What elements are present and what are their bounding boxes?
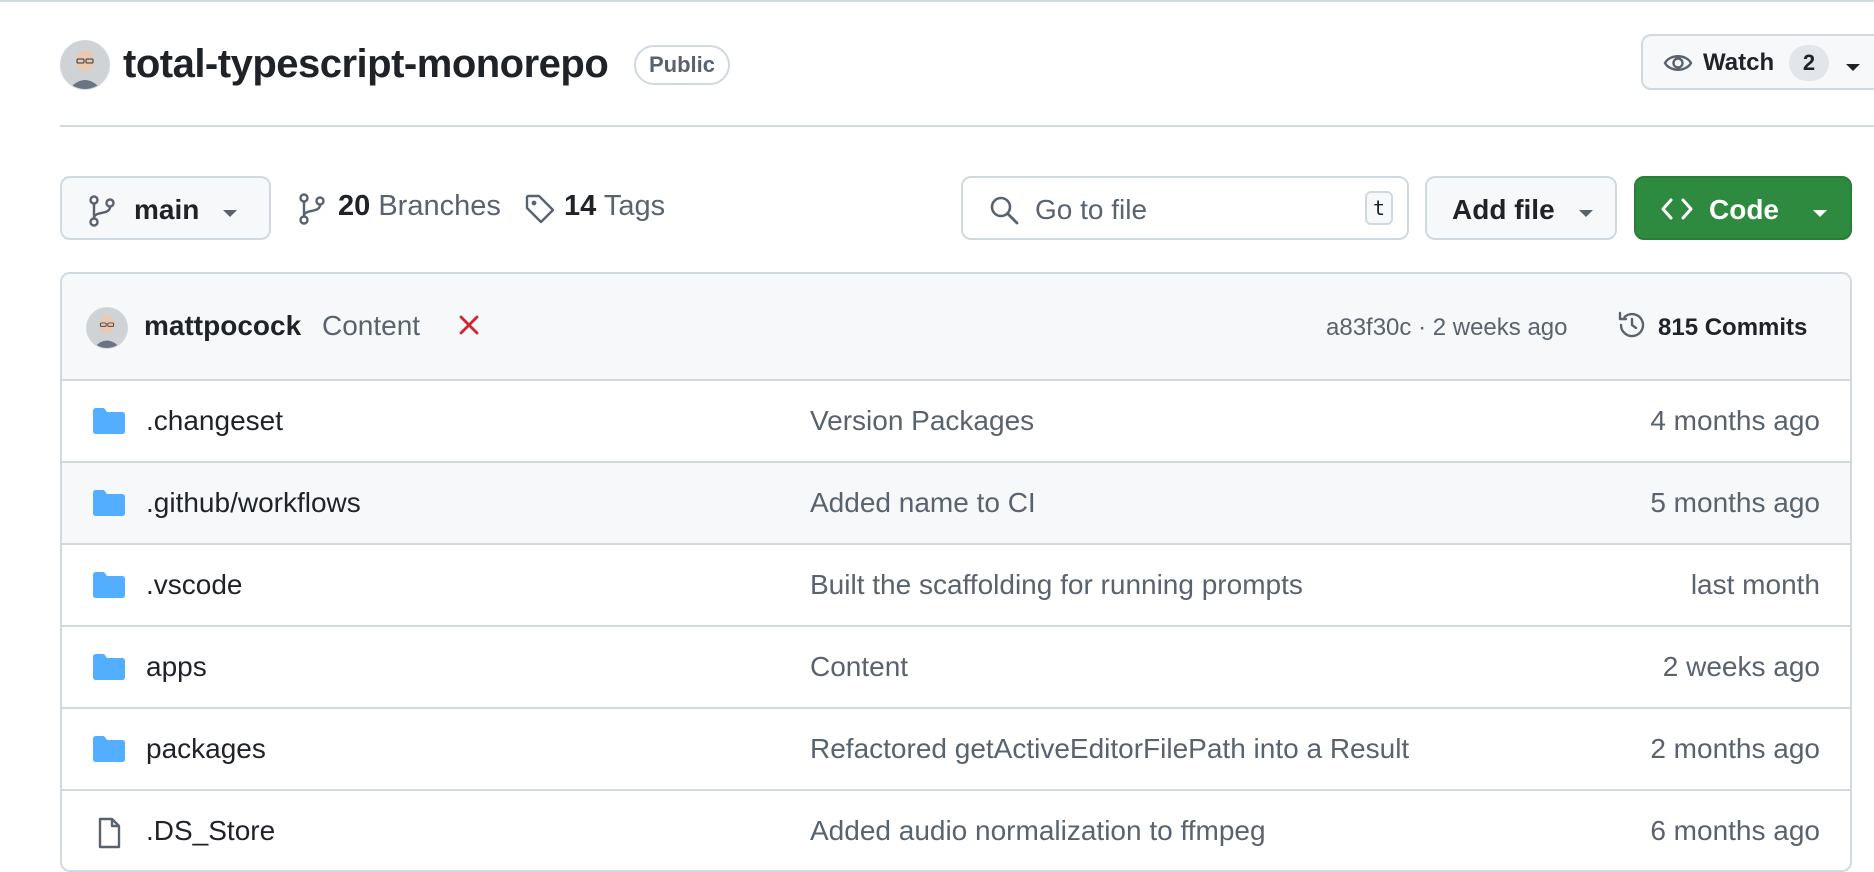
commit-message[interactable]: Content [322,310,420,342]
repo-header: total-typescript-monorepo Public Watch 2 [60,34,1874,90]
branch-selector[interactable]: main [60,176,271,240]
table-row[interactable]: .vscode Built the scaffolding for running… [62,545,1850,627]
file-name-link[interactable]: .changeset [146,405,283,437]
file-commit-age: 5 months ago [1650,487,1820,518]
branches-label: Branches [378,190,501,222]
file-name-link[interactable]: .github/workflows [146,487,361,519]
table-row[interactable]: apps Content 2 weeks ago [62,627,1850,709]
add-file-button[interactable]: Add file [1425,176,1617,240]
chevron-down-icon [222,206,238,224]
file-commit-message[interactable]: Content [810,651,908,683]
tag-icon [524,193,556,233]
chevron-down-icon [1578,206,1594,224]
go-to-file-input[interactable]: Go to file t [961,176,1409,240]
search-placeholder: Go to file [1035,194,1148,225]
file-name-link[interactable]: packages [146,733,266,765]
chevron-down-icon [1845,60,1861,78]
folder-icon [92,407,126,440]
keyboard-shortcut-hint: t [1365,191,1393,225]
x-icon[interactable] [458,314,480,341]
code-icon [1660,195,1694,228]
code-button[interactable]: Code [1634,176,1852,240]
file-commit-message[interactable]: Refactored getActiveEditorFilePath into … [810,733,1409,765]
file-commit-age: 2 months ago [1650,733,1820,764]
top-border [0,0,1874,2]
search-icon [989,195,1019,230]
watch-button[interactable]: Watch 2 [1641,34,1874,90]
folder-icon [92,735,126,768]
watch-count: 2 [1789,45,1829,81]
file-commit-age: 2 weeks ago [1662,651,1820,682]
file-commit-message[interactable]: Added name to CI [810,487,1036,519]
tags-count: 14 [564,190,597,222]
eye-icon [1663,49,1693,82]
commit-author[interactable]: mattpocock [144,310,301,342]
owner-avatar[interactable] [60,40,110,90]
user-avatar-icon [61,41,109,89]
file-table: mattpocock Content a83f30c · 2 weeks ago… [60,272,1852,872]
commit-author-avatar[interactable] [86,307,128,349]
file-name-link[interactable]: apps [146,651,207,683]
latest-commit-bar: mattpocock Content a83f30c · 2 weeks ago… [62,274,1850,381]
repo-name[interactable]: total-typescript-monorepo [123,41,609,87]
table-row[interactable]: .DS_Store Added audio normalization to ff… [62,791,1850,870]
file-commit-age: last month [1690,569,1820,600]
code-label: Code [1709,194,1779,225]
file-commit-message[interactable]: Version Packages [810,405,1034,437]
commit-sha-age[interactable]: a83f30c · 2 weeks ago [1326,314,1568,342]
chevron-down-icon [1812,206,1828,224]
git-branch-icon [88,195,116,232]
tags-label: Tags [603,190,666,222]
file-commit-message[interactable]: Built the scaffolding for running prompt… [810,569,1303,601]
visibility-badge: Public [634,45,731,85]
folder-icon [92,653,126,686]
user-avatar-icon [87,308,127,348]
folder-icon [92,489,126,522]
git-branch-icon [298,193,326,233]
watch-label: Watch [1703,49,1775,76]
table-row[interactable]: packages Refactored getActiveEditorFilePa… [62,709,1850,791]
folder-icon [92,571,126,604]
file-commit-message[interactable]: Added audio normalization to ffmpeg [810,815,1266,847]
table-row[interactable]: .github/workflows Added name to CI 5 month… [62,463,1850,545]
file-name-link[interactable]: .DS_Store [146,815,275,847]
table-row[interactable]: .changeset Version Packages 4 months ago [62,381,1850,463]
history-icon [1616,309,1648,346]
file-commit-age: 4 months ago [1650,405,1820,436]
add-file-label: Add file [1452,194,1555,225]
branch-name: main [134,194,200,225]
header-divider [60,125,1874,127]
file-name-link[interactable]: .vscode [146,569,243,601]
branches-count: 20 [338,190,371,222]
file-commit-age: 6 months ago [1650,815,1820,846]
commits-link[interactable]: 815 Commits [1658,314,1807,342]
file-icon [92,817,126,854]
